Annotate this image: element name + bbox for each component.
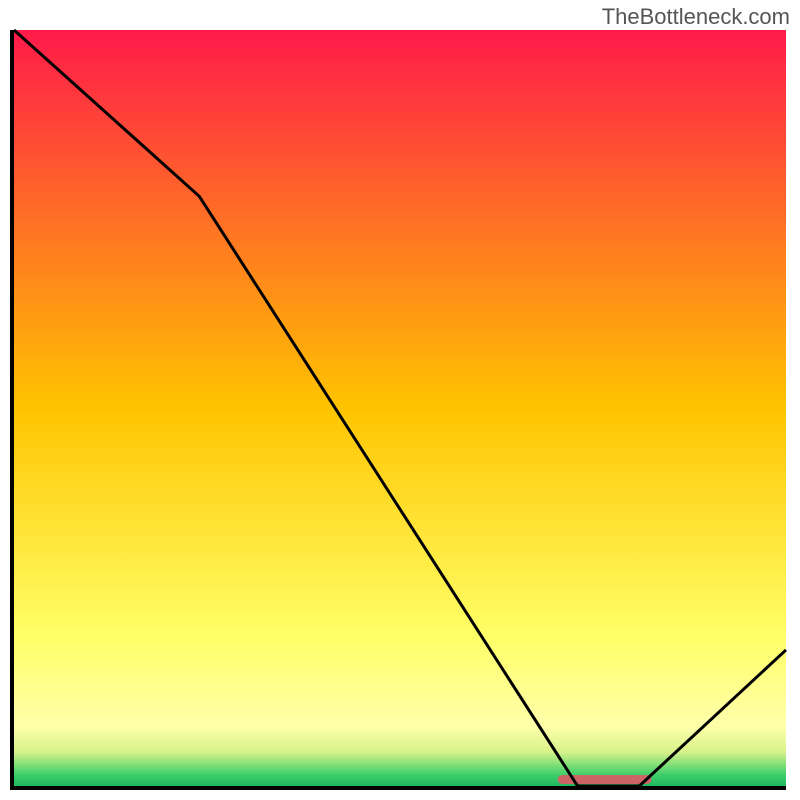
watermark-text: TheBottleneck.com <box>602 4 790 30</box>
bottleneck-chart <box>0 0 800 800</box>
chart-background-gradient <box>14 30 786 786</box>
chart-container: TheBottleneck.com <box>0 0 800 800</box>
